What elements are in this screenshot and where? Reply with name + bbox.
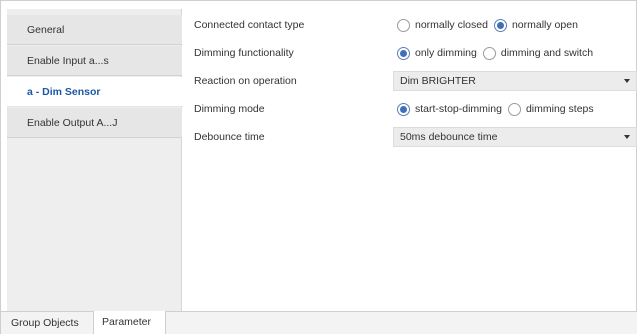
tab-group-objects[interactable]: Group Objects (3, 312, 93, 334)
connected-contact-type-label: Connected contact type (194, 19, 305, 31)
radio-normally-closed[interactable]: normally closed (397, 18, 488, 32)
select-value: Dim BRIGHTER (400, 75, 476, 87)
radio-label: start-stop-dimming (415, 103, 502, 115)
radio-label: dimming steps (525, 103, 594, 115)
radio-label: normally open (511, 19, 578, 31)
sidebar-item-dim-sensor[interactable]: a - Dim Sensor (7, 77, 183, 107)
dimming-functionality-group: only dimming dimming and switch (397, 43, 599, 63)
chevron-down-icon (624, 79, 630, 83)
radio-normally-open[interactable]: normally open (493, 18, 578, 32)
radio-only-dimming[interactable]: only dimming (397, 46, 477, 60)
dimming-mode-label: Dimming mode (194, 103, 265, 115)
chevron-down-icon (624, 135, 630, 139)
dimming-mode-group: start-stop-dimming dimming steps (397, 99, 600, 119)
dimming-functionality-label: Dimming functionality (194, 47, 294, 59)
radio-label: only dimming (415, 47, 477, 59)
select-value: 50ms debounce time (400, 131, 498, 143)
radio-unchecked-icon (397, 18, 410, 32)
radio-unchecked-icon (482, 46, 496, 60)
debounce-time-select[interactable]: 50ms debounce time (393, 127, 637, 147)
sidebar: General Enable Input a...s a - Dim Senso… (7, 9, 183, 311)
radio-unchecked-icon (507, 102, 521, 116)
bottom-tab-bar: Group Objects Parameter (1, 311, 637, 334)
debounce-time-label: Debounce time (194, 131, 265, 143)
radio-checked-icon (397, 102, 410, 116)
sidebar-item-general[interactable]: General (7, 15, 182, 45)
reaction-on-operation-select[interactable]: Dim BRIGHTER (393, 71, 637, 91)
sidebar-item-enable-input[interactable]: Enable Input a...s (7, 46, 182, 76)
parameter-window: General Enable Input a...s a - Dim Senso… (0, 0, 637, 334)
radio-dimming-and-switch[interactable]: dimming and switch (482, 46, 594, 60)
connected-contact-type-group: normally closed normally open (397, 15, 584, 35)
tab-parameter[interactable]: Parameter (93, 311, 167, 334)
sidebar-item-enable-output[interactable]: Enable Output A...J (7, 108, 182, 138)
radio-label: normally closed (415, 19, 488, 31)
radio-checked-icon (493, 18, 507, 32)
radio-start-stop-dimming[interactable]: start-stop-dimming (397, 102, 502, 116)
radio-checked-icon (397, 46, 410, 60)
radio-dimming-steps[interactable]: dimming steps (507, 102, 594, 116)
reaction-on-operation-label: Reaction on operation (194, 75, 297, 87)
radio-label: dimming and switch (500, 47, 594, 59)
